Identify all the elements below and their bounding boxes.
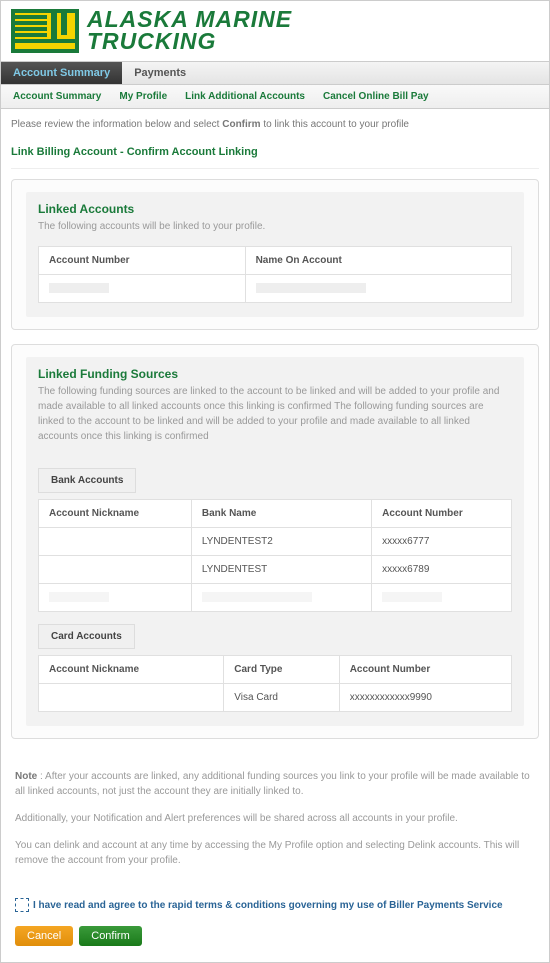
agree-terms-link[interactable]: I have read and agree to the rapid terms… (33, 900, 503, 911)
header: ALASKA MARINE TRUCKING (1, 1, 549, 61)
notes-section: Note : After your accounts are linked, a… (1, 763, 549, 894)
col-account-number: Account Number (372, 500, 512, 528)
sub-nav: Account Summary My Profile Link Addition… (1, 85, 549, 109)
subnav-cancel-bill-pay[interactable]: Cancel Online Bill Pay (323, 91, 429, 102)
redacted-value (202, 592, 312, 602)
subnav-account-summary[interactable]: Account Summary (13, 91, 101, 102)
page-title: Link Billing Account - Confirm Account L… (11, 140, 539, 169)
linked-accounts-heading: Linked Accounts (38, 202, 512, 216)
cancel-button[interactable]: Cancel (15, 926, 73, 946)
funding-sources-panel: Linked Funding Sources The following fun… (11, 344, 539, 739)
linked-accounts-desc: The following accounts will be linked to… (38, 219, 512, 234)
bank-accounts-tab: Bank Accounts (38, 468, 136, 493)
col-account-number: Account Number (39, 247, 246, 275)
main-tabs: Account Summary Payments (1, 61, 549, 85)
table-row (39, 584, 512, 612)
instruction-text: Please review the information below and … (11, 119, 539, 130)
confirm-button[interactable]: Confirm (79, 926, 142, 946)
table-row: Visa Card xxxxxxxxxxxx9990 (39, 684, 512, 712)
funding-sources-desc: The following funding sources are linked… (38, 384, 512, 444)
tab-account-summary[interactable]: Account Summary (1, 62, 122, 84)
redacted-value (49, 283, 109, 293)
col-name-on-account: Name On Account (245, 247, 511, 275)
table-row: LYNDENTEST xxxxx6789 (39, 556, 512, 584)
redacted-value (382, 592, 442, 602)
redacted-value (256, 283, 366, 293)
redacted-value (49, 592, 109, 602)
funding-sources-heading: Linked Funding Sources (38, 367, 512, 381)
button-row: Cancel Confirm (1, 922, 549, 962)
brand-name: ALASKA MARINE TRUCKING (87, 9, 292, 53)
card-accounts-tab: Card Accounts (38, 624, 135, 649)
col-bank-name: Bank Name (191, 500, 371, 528)
linked-accounts-panel: Linked Accounts The following accounts w… (11, 179, 539, 330)
subnav-link-accounts[interactable]: Link Additional Accounts (185, 91, 305, 102)
linked-accounts-table: Account Number Name On Account (38, 246, 512, 303)
table-row: LYNDENTEST2 xxxxx6777 (39, 528, 512, 556)
tab-payments[interactable]: Payments (122, 62, 198, 84)
col-nickname: Account Nickname (39, 500, 192, 528)
agree-checkbox[interactable] (15, 898, 29, 912)
logo-icon (11, 9, 79, 53)
table-row (39, 275, 512, 303)
agree-row: I have read and agree to the rapid terms… (1, 894, 549, 922)
col-nickname: Account Nickname (39, 656, 224, 684)
bank-accounts-table: Account Nickname Bank Name Account Numbe… (38, 499, 512, 612)
card-accounts-table: Account Nickname Card Type Account Numbe… (38, 655, 512, 712)
col-account-number: Account Number (339, 656, 511, 684)
col-card-type: Card Type (224, 656, 339, 684)
subnav-my-profile[interactable]: My Profile (119, 91, 167, 102)
